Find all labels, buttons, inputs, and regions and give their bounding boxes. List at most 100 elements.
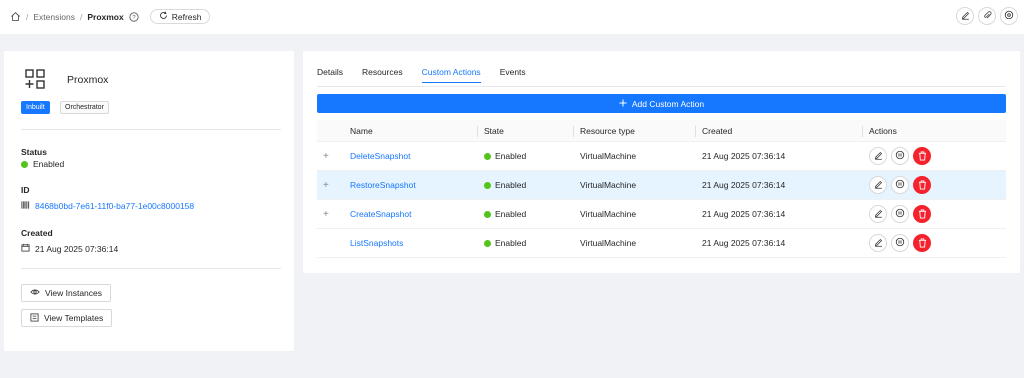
id-link[interactable]: 8468b0bd-7e61-11f0-ba77-1e00c8000158 [35, 201, 194, 211]
breadcrumb-extensions[interactable]: Extensions [33, 12, 75, 22]
view-instances-button[interactable]: View Instances [21, 284, 112, 302]
breadcrumb-separator: / [26, 11, 29, 22]
state-cell: Enabled [484, 200, 526, 228]
column-header-name[interactable]: Name [350, 120, 373, 141]
add-custom-action-button[interactable]: Add Custom Action [317, 94, 1006, 113]
expand-icon[interactable]: + [323, 171, 329, 199]
column-separator [695, 126, 696, 137]
table-header: Name State Resource type Created Actions [317, 120, 1006, 142]
settings-button[interactable] [1000, 7, 1018, 25]
plus-icon [619, 99, 627, 109]
pause-circle-icon [895, 237, 905, 249]
delete-action-button[interactable] [913, 205, 931, 223]
column-separator [862, 126, 863, 137]
view-templates-button[interactable]: View Templates [21, 309, 113, 327]
toggle-action-button[interactable] [891, 147, 909, 165]
barcode-icon [21, 201, 30, 211]
table-row[interactable]: ListSnapshots Enabled VirtualMachine 21 … [317, 229, 1006, 258]
expand-icon[interactable]: + [323, 200, 329, 228]
pause-circle-icon [895, 150, 905, 162]
edit-icon [874, 151, 883, 162]
edit-action-button[interactable] [869, 147, 887, 165]
table-row[interactable]: + RestoreSnapshot Enabled VirtualMachine… [317, 171, 1006, 200]
delete-icon [918, 180, 927, 190]
custom-actions-table: Name State Resource type Created Actions… [317, 120, 1006, 258]
refresh-icon [159, 11, 168, 22]
created-text: 21 Aug 2025 07:36:14 [35, 243, 119, 254]
custom-actions-card: Details Resources Custom Actions Events … [303, 51, 1020, 273]
refresh-button[interactable]: Refresh [149, 9, 211, 24]
pause-circle-icon [895, 179, 905, 191]
state-cell: Enabled [484, 142, 526, 170]
toggle-action-button[interactable] [891, 234, 909, 252]
extension-details-card: Proxmox Inbuilt Orchestrator Status Enab… [4, 51, 294, 351]
add-custom-action-label: Add Custom Action [631, 98, 705, 109]
table-row[interactable]: + CreateSnapshot Enabled VirtualMachine … [317, 200, 1006, 229]
row-actions [869, 171, 931, 199]
resource-type-cell: VirtualMachine [580, 209, 637, 219]
tabs-divider [317, 86, 1006, 87]
attach-icon [983, 10, 992, 22]
id-value: 8468b0bd-7e61-11f0-ba77-1e00c8000158 [21, 201, 194, 211]
inbuilt-tag: Inbuilt [21, 101, 50, 114]
status-value: Enabled [21, 159, 64, 169]
created-cell: 21 Aug 2025 07:36:14 [702, 151, 786, 161]
resource-type-cell: VirtualMachine [580, 180, 637, 190]
toggle-action-button[interactable] [891, 176, 909, 194]
pause-circle-icon [895, 208, 905, 220]
attach-button[interactable] [978, 7, 996, 25]
status-dot [484, 181, 491, 189]
edit-action-button[interactable] [869, 205, 887, 223]
resource-type-cell: VirtualMachine [580, 238, 637, 248]
tab-custom-actions[interactable]: Custom Actions [421, 67, 481, 83]
action-name-link[interactable]: CreateSnapshot [350, 200, 411, 228]
edit-icon [874, 209, 883, 220]
row-actions [869, 200, 931, 228]
expand-icon[interactable]: + [323, 142, 329, 170]
edit-icon [961, 11, 970, 22]
refresh-label: Refresh [171, 11, 202, 22]
tab-details[interactable]: Details [317, 67, 343, 83]
created-label: Created [21, 228, 53, 238]
column-header-created[interactable]: Created [702, 120, 732, 141]
column-header-resource-type[interactable]: Resource type [580, 120, 635, 141]
status-dot [484, 210, 491, 218]
tab-resources[interactable]: Resources [362, 67, 403, 83]
row-actions [869, 142, 931, 170]
action-name-link[interactable]: DeleteSnapshot [350, 142, 411, 170]
status-dot [21, 160, 28, 168]
column-separator [573, 126, 574, 137]
created-value: 21 Aug 2025 07:36:14 [21, 243, 118, 254]
tab-events[interactable]: Events [500, 67, 526, 83]
orchestrator-tag: Orchestrator [60, 101, 109, 114]
calendar-icon [21, 243, 30, 254]
edit-icon [874, 180, 883, 191]
edit-button[interactable] [956, 7, 974, 25]
state-cell: Enabled [484, 171, 526, 199]
state-cell: Enabled [484, 229, 526, 257]
delete-action-button[interactable] [913, 176, 931, 194]
delete-icon [918, 238, 927, 248]
extension-title: Proxmox [67, 74, 109, 86]
delete-action-button[interactable] [913, 147, 931, 165]
state-text: Enabled [495, 238, 527, 248]
column-header-state[interactable]: State [484, 120, 504, 141]
column-separator [477, 126, 478, 137]
home-icon[interactable] [10, 11, 21, 22]
status-label: Status [21, 147, 47, 157]
edit-action-button[interactable] [869, 234, 887, 252]
delete-icon [918, 209, 927, 219]
header-actions [956, 7, 1018, 25]
status-dot [484, 239, 491, 247]
toggle-action-button[interactable] [891, 205, 909, 223]
state-text: Enabled [495, 209, 527, 219]
action-name-link[interactable]: ListSnapshots [350, 229, 403, 257]
help-icon[interactable]: ? [129, 11, 139, 22]
table-row[interactable]: + DeleteSnapshot Enabled VirtualMachine … [317, 142, 1006, 171]
top-bar: / Extensions / Proxmox ? Refresh [0, 0, 1024, 34]
state-text: Enabled [495, 151, 527, 161]
action-name-link[interactable]: RestoreSnapshot [350, 171, 416, 199]
edit-action-button[interactable] [869, 176, 887, 194]
svg-text:?: ? [132, 15, 136, 21]
delete-action-button[interactable] [913, 234, 931, 252]
